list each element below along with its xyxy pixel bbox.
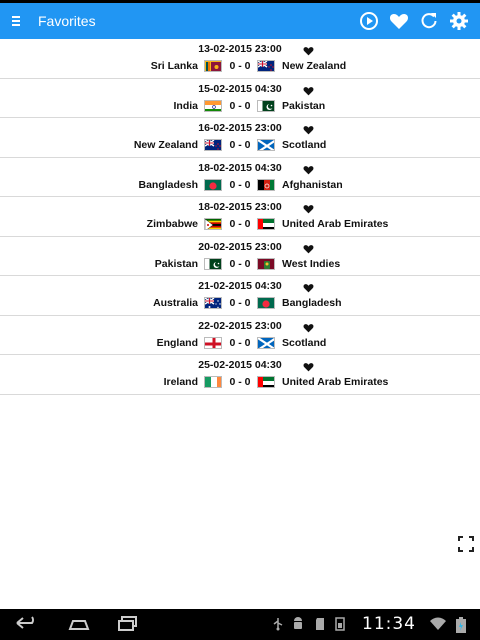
match-datetime: 18-02-2015 04:30 — [198, 161, 282, 174]
page-title: Favorites — [38, 13, 96, 29]
match-datetime: 20-02-2015 23:00 — [198, 240, 282, 253]
menu-icon[interactable] — [12, 16, 20, 26]
match-score: 0 - 0 — [229, 178, 251, 191]
favorite-heart-icon[interactable] — [303, 122, 314, 135]
away-team: Pakistan — [282, 99, 326, 112]
australia-flag-icon — [204, 297, 222, 309]
match-row[interactable]: 22-02-2015 23:00 England 0 - 0 Scotland — [0, 316, 480, 355]
favorite-heart-icon[interactable] — [303, 359, 314, 372]
afghanistan-flag-icon — [257, 178, 275, 191]
match-score: 0 - 0 — [229, 99, 251, 112]
favorite-heart-icon[interactable] — [303, 320, 314, 332]
away-team: United Arab Emirates — [282, 218, 389, 230]
match-datetime: 25-02-2015 04:30 — [198, 359, 282, 371]
settings-icon[interactable] — [444, 6, 474, 36]
heart-icon[interactable] — [384, 6, 414, 36]
pakistan-flag-icon — [257, 99, 275, 112]
match-datetime: 16-02-2015 23:00 — [198, 122, 282, 134]
home-icon[interactable] — [66, 615, 92, 636]
match-list: 13-02-2015 23:00 Sri Lanka 0 - 0 New Zea… — [0, 39, 480, 395]
match-score: 0 - 0 — [229, 336, 251, 349]
bangladesh-flag-icon — [204, 178, 222, 191]
clock: 11:34 — [362, 614, 416, 634]
back-icon[interactable] — [14, 615, 40, 636]
match-datetime: 18-02-2015 23:00 — [198, 201, 282, 213]
match-score: 0 - 0 — [229, 257, 251, 270]
favorite-heart-icon[interactable] — [303, 280, 314, 293]
away-team: Scotland — [282, 139, 327, 151]
match-score: 0 - 0 — [229, 60, 251, 72]
home-team: Pakistan — [154, 257, 198, 270]
west-indies-flag-icon — [257, 257, 275, 270]
match-row[interactable]: 21-02-2015 04:30 Australia 0 - 0 Banglad… — [0, 276, 480, 316]
ireland-flag-icon — [204, 376, 222, 388]
app-bar: Favorites — [0, 3, 480, 39]
android-debug-icon — [292, 617, 304, 631]
match-datetime: 21-02-2015 04:30 — [198, 280, 282, 292]
away-team: Scotland — [282, 336, 327, 349]
refresh-icon[interactable] — [414, 6, 444, 36]
away-team: New Zealand — [282, 60, 347, 72]
match-row[interactable]: 16-02-2015 23:00 New Zealand 0 - 0 Scotl… — [0, 118, 480, 158]
away-team: West Indies — [282, 257, 341, 270]
home-team: India — [173, 99, 198, 112]
match-score: 0 - 0 — [229, 218, 251, 230]
play-circle-icon[interactable] — [354, 6, 384, 36]
match-row[interactable]: 18-02-2015 04:30 Bangladesh 0 - 0 Afghan… — [0, 158, 480, 197]
favorite-heart-icon[interactable] — [303, 162, 314, 174]
home-team: Bangladesh — [138, 178, 198, 191]
home-team: Australia — [153, 297, 198, 309]
usb-icon — [272, 617, 284, 631]
sim-icon — [334, 617, 346, 631]
uae-flag-icon — [257, 376, 275, 388]
wifi-icon — [430, 617, 446, 631]
bangladesh-flag-icon — [257, 297, 275, 309]
match-datetime: 22-02-2015 23:00 — [198, 319, 282, 332]
home-team: New Zealand — [133, 139, 198, 151]
home-team: Zimbabwe — [146, 218, 198, 230]
scotland-flag-icon — [257, 139, 275, 151]
scotland-flag-icon — [257, 336, 275, 349]
sri-lanka-flag-icon — [204, 60, 222, 72]
match-row[interactable]: 13-02-2015 23:00 Sri Lanka 0 - 0 New Zea… — [0, 39, 480, 79]
match-row[interactable]: 18-02-2015 23:00 Zimbabwe 0 - 0 United A… — [0, 197, 480, 237]
match-score: 0 - 0 — [229, 376, 251, 388]
pakistan-flag-icon — [204, 257, 222, 270]
match-datetime: 13-02-2015 23:00 — [198, 43, 282, 55]
new-zealand-flag-icon — [257, 60, 275, 72]
fullscreen-icon[interactable] — [458, 536, 474, 552]
england-flag-icon — [204, 336, 222, 349]
favorite-heart-icon[interactable] — [303, 201, 314, 214]
match-score: 0 - 0 — [229, 297, 251, 309]
favorite-heart-icon[interactable] — [303, 241, 314, 253]
home-team: Ireland — [163, 376, 198, 388]
system-nav-bar: 11:34 — [0, 609, 480, 640]
match-datetime: 15-02-2015 04:30 — [198, 82, 282, 95]
sd-card-icon — [314, 617, 326, 631]
favorite-heart-icon[interactable] — [303, 83, 314, 95]
zimbabwe-flag-icon — [204, 218, 222, 230]
match-row[interactable]: 25-02-2015 04:30 Ireland 0 - 0 United Ar… — [0, 355, 480, 395]
home-team: Sri Lanka — [150, 60, 198, 72]
uae-flag-icon — [257, 218, 275, 230]
india-flag-icon — [204, 99, 222, 112]
new-zealand-flag-icon — [204, 139, 222, 151]
match-row[interactable]: 20-02-2015 23:00 Pakistan 0 - 0 West Ind… — [0, 237, 480, 276]
home-team: England — [156, 336, 198, 349]
away-team: Bangladesh — [282, 297, 342, 309]
recent-apps-icon[interactable] — [116, 615, 140, 636]
favorite-heart-icon[interactable] — [303, 43, 314, 56]
match-score: 0 - 0 — [229, 139, 251, 151]
away-team: Afghanistan — [282, 178, 343, 191]
away-team: United Arab Emirates — [282, 376, 389, 388]
match-row[interactable]: 15-02-2015 04:30 India 0 - 0 Pakistan — [0, 79, 480, 118]
battery-icon — [456, 617, 466, 633]
